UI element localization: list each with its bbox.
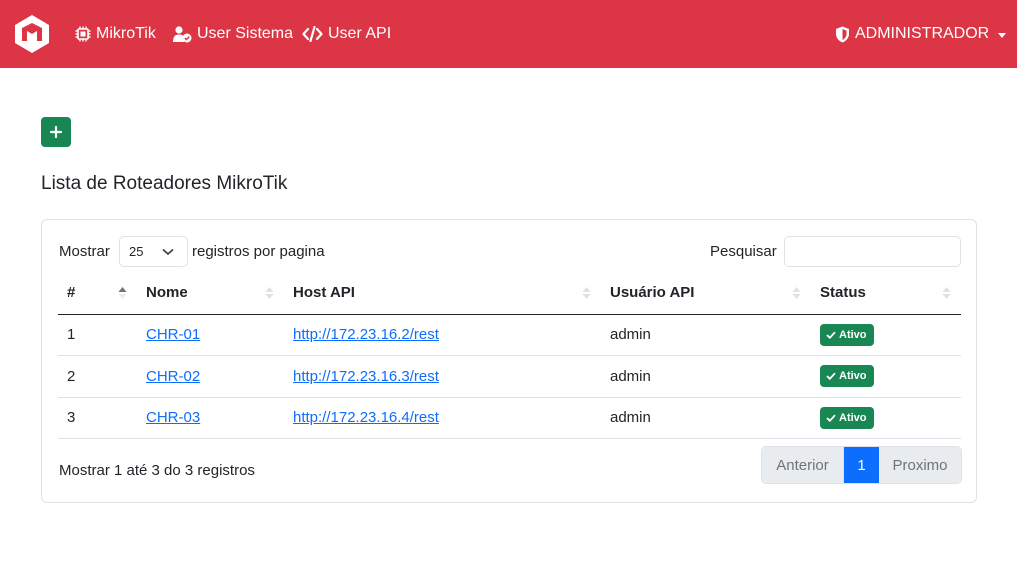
cell-nome: CHR-01 <box>137 314 284 356</box>
pagination-next-button[interactable]: Proximo <box>879 447 961 483</box>
status-badge: Ativo <box>820 365 874 388</box>
cell-host: http://172.23.16.3/rest <box>284 355 601 398</box>
check-icon <box>826 372 836 381</box>
plus-icon <box>50 126 62 138</box>
cell-nome: CHR-02 <box>137 355 284 398</box>
column-header-nome[interactable]: Nome <box>137 272 284 315</box>
cell-host: http://172.23.16.4/rest <box>284 397 601 439</box>
page-length-select[interactable]: 25 <box>119 236 188 267</box>
table-row: 1 CHR-01 http://172.23.16.2/rest admin A… <box>58 314 961 356</box>
table-row: 3 CHR-03 http://172.23.16.4/rest admin A… <box>58 397 961 439</box>
add-router-button[interactable] <box>41 117 71 147</box>
cell-usuario: admin <box>601 397 811 439</box>
cell-id: 2 <box>58 355 137 398</box>
sort-icon <box>792 287 801 299</box>
search-label: Pesquisar <box>710 243 777 260</box>
pagination: Anterior 1 Proximo <box>761 446 962 484</box>
page-title: Lista de Roteadores MikroTik <box>41 173 288 194</box>
nav-link-label: User API <box>328 25 392 42</box>
table-header-row: # Nome Host API Usuário API Status <box>58 272 961 315</box>
length-label-prefix: Mostrar <box>59 243 110 260</box>
router-name-link[interactable]: CHR-01 <box>146 326 200 343</box>
search-input[interactable] <box>784 236 961 267</box>
sort-icon <box>942 287 951 299</box>
nav-link-user-api[interactable]: User API <box>302 0 391 68</box>
cell-status: Ativo <box>811 397 961 439</box>
routers-table: # Nome Host API Usuário API Status 1 CHR… <box>58 272 961 439</box>
code-icon <box>302 26 323 42</box>
cell-status: Ativo <box>811 355 961 398</box>
cell-host: http://172.23.16.2/rest <box>284 314 601 356</box>
nav-link-mikrotik[interactable]: MikroTik <box>75 0 156 68</box>
length-label-suffix: registros por pagina <box>192 243 325 260</box>
routers-card: Mostrar 25 registros por pagina Pesquisa… <box>41 219 977 503</box>
check-icon <box>826 331 836 339</box>
pagination-page-1[interactable]: 1 <box>844 447 879 483</box>
cell-status: Ativo <box>811 314 961 356</box>
sort-icon <box>265 287 274 299</box>
mikrotik-logo[interactable] <box>12 14 52 54</box>
cell-id: 3 <box>58 397 137 439</box>
top-navbar: MikroTik User Sistema User API ADMINISTR… <box>0 0 1017 68</box>
table-row: 2 CHR-02 http://172.23.16.3/rest admin A… <box>58 355 961 398</box>
nav-link-label: MikroTik <box>96 25 156 42</box>
chevron-down-icon <box>162 248 174 256</box>
cell-nome: CHR-03 <box>137 397 284 439</box>
nav-link-user-sistema[interactable]: User Sistema <box>173 0 293 68</box>
caret-down-icon <box>998 32 1007 38</box>
pagination-previous-button[interactable]: Anterior <box>762 447 844 483</box>
chip-icon <box>75 26 91 42</box>
status-badge: Ativo <box>820 406 874 429</box>
router-name-link[interactable]: CHR-03 <box>146 409 200 426</box>
user-menu-label: ADMINISTRADOR <box>855 25 990 42</box>
host-api-link[interactable]: http://172.23.16.4/rest <box>293 409 439 426</box>
column-header-id[interactable]: # <box>58 272 137 315</box>
status-badge: Ativo <box>820 323 874 346</box>
sort-icon <box>582 287 591 299</box>
host-api-link[interactable]: http://172.23.16.3/rest <box>293 368 439 385</box>
sort-asc-icon <box>118 287 127 299</box>
user-check-icon <box>173 25 192 42</box>
table-info-text: Mostrar 1 até 3 do 3 registros <box>59 462 255 479</box>
nav-link-label: User Sistema <box>197 25 294 42</box>
host-api-link[interactable]: http://172.23.16.2/rest <box>293 326 439 343</box>
user-menu-dropdown[interactable]: ADMINISTRADOR <box>835 0 1007 68</box>
column-header-usuario-api[interactable]: Usuário API <box>601 272 811 315</box>
cell-id: 1 <box>58 314 137 356</box>
column-header-status[interactable]: Status <box>811 272 961 315</box>
cell-usuario: admin <box>601 355 811 398</box>
check-icon <box>826 414 836 422</box>
column-header-host-api[interactable]: Host API <box>284 272 601 315</box>
cell-usuario: admin <box>601 314 811 356</box>
shield-icon <box>836 26 849 42</box>
page-length-value: 25 <box>129 244 144 259</box>
router-name-link[interactable]: CHR-02 <box>146 368 200 385</box>
